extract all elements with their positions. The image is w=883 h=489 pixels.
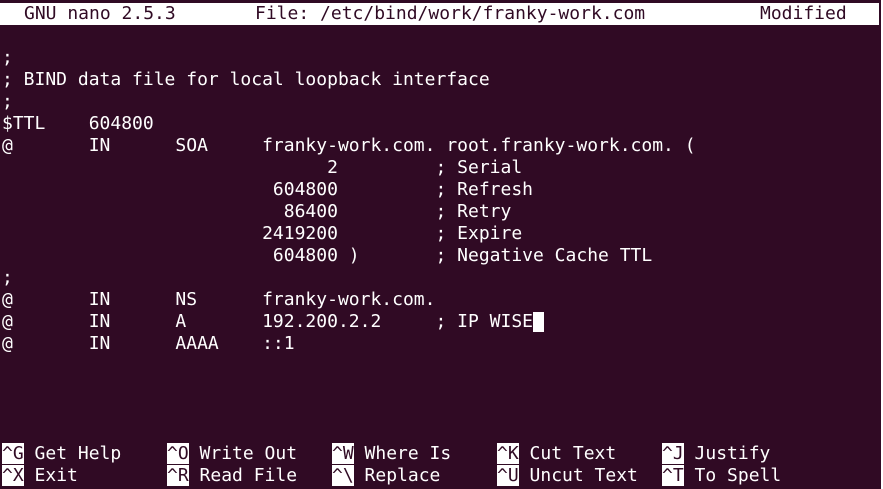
shortcut-key: ^O (167, 443, 189, 464)
shortcut-key: ^G (2, 443, 24, 464)
shortcut-label: Replace (353, 465, 441, 486)
editor-line[interactable]: ; (2, 267, 13, 289)
nano-title-bar: GNU nano 2.5.3 File: /etc/bind/work/fran… (0, 3, 879, 25)
shortcut-key: ^J (662, 443, 684, 464)
nano-version: GNU nano 2.5.3 (24, 3, 176, 24)
shortcut-read-file[interactable]: ^R Read File (167, 465, 297, 487)
shortcut-justify[interactable]: ^J Justify (662, 443, 770, 465)
file-name-label: File: /etc/bind/work/franky-work.com (255, 3, 646, 24)
editor-line[interactable]: @ IN SOA franky-work.com. root.franky-wo… (2, 135, 696, 157)
terminal-window: GNU nano 2.5.3 File: /etc/bind/work/fran… (0, 0, 883, 489)
shortcut-label: Get Help (23, 443, 122, 464)
shortcut-where-is[interactable]: ^W Where Is (332, 443, 451, 465)
shortcut-uncut-text[interactable]: ^U Uncut Text (497, 465, 638, 487)
shortcut-exit[interactable]: ^X Exit (2, 465, 78, 487)
editor-line[interactable]: 604800 ; Refresh (2, 179, 533, 201)
text-cursor (533, 312, 545, 332)
shortcut-key: ^\ (332, 465, 354, 486)
shortcut-label: Uncut Text (518, 465, 638, 486)
editor-line[interactable]: 604800 ) ; Negative Cache TTL (2, 245, 652, 267)
editor-line[interactable]: 2 ; Serial (2, 157, 522, 179)
editor-line-current[interactable]: @ IN A 192.200.2.2 ; IP WISE (2, 311, 545, 333)
shortcut-replace[interactable]: ^\ Replace (332, 465, 440, 487)
shortcut-label: Justify (683, 443, 771, 464)
shortcut-label: Cut Text (518, 443, 617, 464)
shortcut-label: Where Is (353, 443, 452, 464)
shortcut-key: ^T (662, 465, 684, 486)
shortcut-label: To Spell (683, 465, 782, 486)
editor-line[interactable]: @ IN AAAA ::1 (2, 333, 295, 355)
shortcut-get-help[interactable]: ^G Get Help (2, 443, 121, 465)
editor-line[interactable]: ; (2, 47, 13, 69)
editor-line[interactable]: $TTL 604800 (2, 113, 154, 135)
shortcut-to-spell[interactable]: ^T To Spell (662, 465, 781, 487)
editor-line[interactable]: @ IN NS franky-work.com. (2, 289, 435, 311)
shortcut-key: ^R (167, 465, 189, 486)
shortcut-key: ^K (497, 443, 519, 464)
editor-line-text[interactable]: @ IN A 192.200.2.2 ; IP WISE (2, 311, 533, 332)
modified-status: Modified (760, 3, 847, 24)
editor-line[interactable]: ; (2, 91, 13, 113)
shortcut-key: ^W (332, 443, 354, 464)
shortcut-key: ^U (497, 465, 519, 486)
shortcut-cut-text[interactable]: ^K Cut Text (497, 443, 616, 465)
shortcut-key: ^X (2, 465, 24, 486)
editor-line[interactable]: ; BIND data file for local loopback inte… (2, 69, 490, 91)
shortcut-label: Exit (23, 465, 78, 486)
editor-line[interactable]: 2419200 ; Expire (2, 223, 522, 245)
editor-line[interactable]: 86400 ; Retry (2, 201, 512, 223)
shortcut-label: Write Out (188, 443, 298, 464)
shortcut-label: Read File (188, 465, 298, 486)
shortcut-write-out[interactable]: ^O Write Out (167, 443, 297, 465)
